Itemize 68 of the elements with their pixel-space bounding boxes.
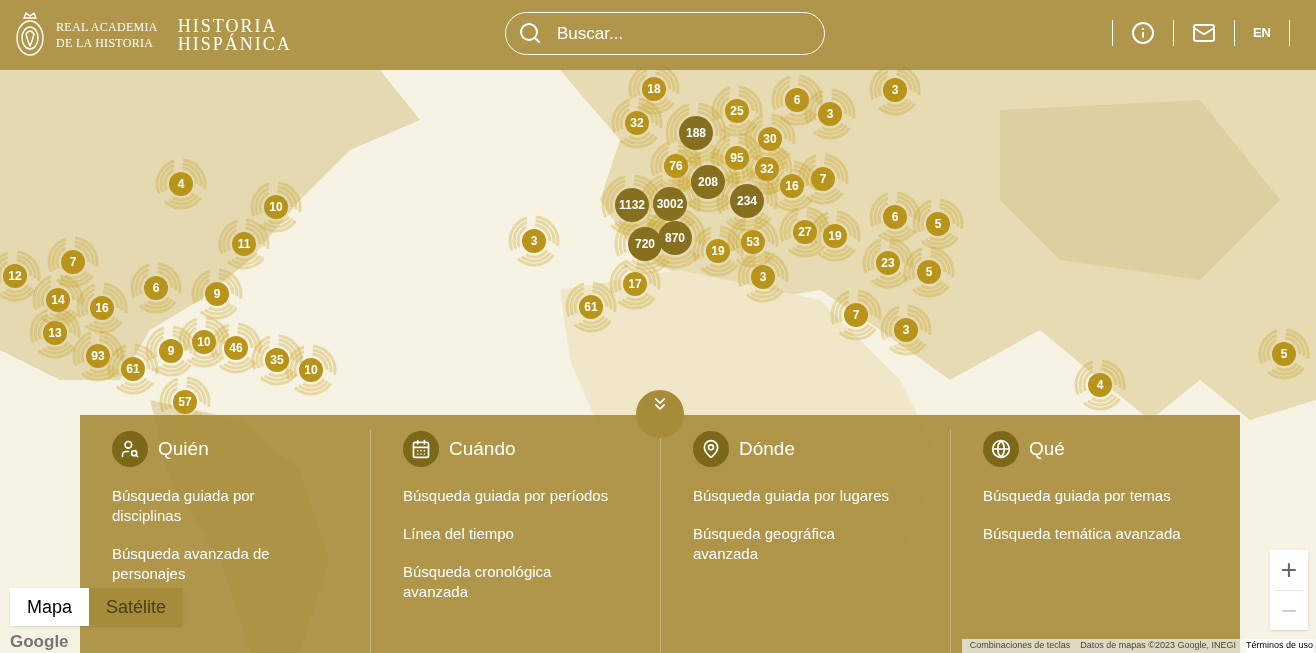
- cluster-halo-drawing: [862, 237, 914, 289]
- cluster-halo-drawing: [285, 344, 337, 396]
- map-type-tab[interactable]: Mapa: [10, 588, 90, 626]
- cluster-halo-drawing: [692, 225, 744, 277]
- map-pin-icon: [693, 431, 729, 467]
- search-link[interactable]: Búsqueda guiada por disciplinas: [112, 486, 287, 526]
- cluster-halo-drawing: [250, 181, 302, 233]
- attribution-link[interactable]: Términos de uso: [1245, 639, 1313, 653]
- user-search-icon: [112, 431, 148, 467]
- map-type-tab[interactable]: Satélite: [89, 588, 184, 626]
- calendar-icon: [403, 431, 439, 467]
- cluster-halo-drawing: [130, 262, 182, 314]
- google-logo: Google: [10, 632, 69, 652]
- zoom-in-button[interactable]: +: [1270, 550, 1308, 590]
- mail-icon: [1191, 21, 1216, 45]
- cluster-halo-drawing: [611, 97, 663, 149]
- cluster-halo-drawing: [191, 268, 243, 320]
- cluster-halo-drawing: [47, 236, 99, 288]
- search-link[interactable]: Búsqueda guiada por períodos: [403, 486, 612, 506]
- cluster-halo-drawing: [737, 251, 789, 303]
- cluster-halo-drawing: [508, 215, 560, 267]
- cluster-halo-drawing: [76, 282, 128, 334]
- site-name: HISTORIA: [177, 17, 278, 35]
- cluster-halo-drawing: [0, 250, 41, 302]
- attribution-link[interactable]: Combinaciones de teclas: [969, 639, 1071, 653]
- cluster-halo-drawing: [155, 158, 207, 210]
- cluster-halo-drawing: [210, 322, 262, 374]
- academy-name: REAL ACADEMIA: [56, 19, 158, 35]
- cluster-halo-drawing: [711, 85, 763, 137]
- search-link[interactable]: Búsqueda avanzada de personajes: [112, 544, 287, 584]
- cluster-halo-drawing: [218, 218, 270, 270]
- cluster-halo-drawing: [145, 325, 197, 377]
- globe-icon: [983, 431, 1019, 467]
- search-field[interactable]: Buscar...: [505, 12, 825, 55]
- search-icon: [518, 21, 542, 45]
- search-link[interactable]: Búsqueda temática avanzada: [983, 524, 1192, 544]
- cluster-halo-drawing: [32, 274, 84, 326]
- cluster-halo-drawing: [251, 334, 303, 386]
- cluster-halo-drawing: [609, 258, 661, 310]
- search-link[interactable]: Búsqueda geográfica avanzada: [693, 524, 902, 564]
- section-title: Qué: [1029, 436, 1065, 461]
- search-link[interactable]: Búsqueda guiada por temas: [983, 486, 1192, 506]
- cluster-halo-drawing: [912, 198, 964, 250]
- language-button[interactable]: EN: [1234, 23, 1289, 43]
- search-link[interactable]: Línea del tiempo: [403, 524, 612, 544]
- academy-name: DE LA HISTORIA: [56, 35, 155, 51]
- cluster-halo-drawing: [869, 191, 921, 243]
- cluster-halo-drawing: [72, 330, 124, 382]
- cluster-halo-drawing: [107, 343, 159, 395]
- cluster-halo-drawing: [727, 216, 779, 268]
- cluster-halo-drawing: [903, 246, 955, 298]
- section-title: Quién: [158, 436, 209, 461]
- section-title: Cuándo: [449, 436, 516, 461]
- section-title: Dónde: [739, 436, 795, 461]
- cluster-halo-drawing: [880, 304, 932, 356]
- cluster-halo-drawing: [565, 281, 617, 333]
- search-link[interactable]: Búsqueda cronológica avanzada: [403, 562, 612, 602]
- cluster-halo-drawing: [771, 74, 823, 126]
- search-link[interactable]: Búsqueda guiada por lugares: [693, 486, 902, 506]
- cluster-halo-drawing: [1258, 328, 1310, 380]
- info-icon: [1130, 21, 1155, 45]
- cluster-halo-drawing: [830, 289, 882, 341]
- site-name: HISPÁNICA: [177, 35, 292, 53]
- cluster-halo-drawing: [29, 307, 81, 359]
- cluster-halo-drawing: [797, 153, 849, 205]
- zoom-out-button[interactable]: −: [1270, 591, 1308, 630]
- cluster-halo-drawing: [804, 88, 856, 140]
- cluster-halo-drawing: [1074, 359, 1126, 411]
